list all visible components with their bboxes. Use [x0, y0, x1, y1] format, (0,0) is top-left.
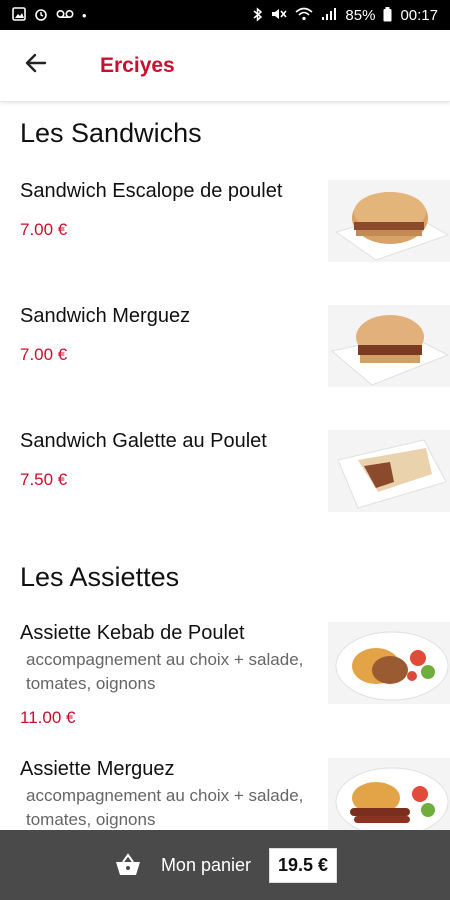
section-title: Les Sandwichs [20, 118, 202, 148]
item-price: 7.00 € [20, 220, 68, 239]
item-image [328, 430, 450, 512]
item-name: Assiette Merguez [20, 758, 175, 780]
status-bar: • 85% 00:17 [0, 0, 450, 30]
section-sandwichs: Les Sandwichs [0, 118, 450, 149]
item-price: 7.50 € [20, 470, 68, 489]
item-image [328, 180, 450, 262]
basket-icon [113, 852, 143, 878]
section-title: Les Assiettes [20, 562, 180, 592]
battery-icon [383, 6, 392, 24]
section-assiettes: Les Assiettes [0, 562, 450, 593]
wifi-icon [295, 7, 313, 23]
item-name: Sandwich Merguez [20, 305, 191, 327]
arrow-left-icon [24, 52, 48, 79]
voicemail-icon [56, 8, 74, 22]
bluetooth-icon [253, 6, 263, 24]
cart-total: 19.5 € [269, 847, 338, 883]
item-name: Sandwich Escalope de poulet [20, 180, 283, 202]
status-left: • [12, 7, 87, 23]
page-title: Erciyes [100, 53, 175, 77]
item-image [328, 758, 450, 830]
cart-label: Mon panier [160, 854, 251, 875]
item-price: 7.00 € [20, 345, 68, 364]
status-right: 85% 00:17 [253, 6, 438, 24]
mute-icon [271, 7, 288, 23]
clock: 00:17 [400, 6, 438, 24]
item-image [328, 622, 450, 704]
battery-percent: 85% [345, 6, 376, 24]
cart-bar[interactable]: Mon panier 19.5 € [0, 830, 450, 900]
dot-icon: • [82, 7, 87, 23]
menu-list[interactable]: Les Sandwichs Sandwich Escalope de poule… [0, 102, 450, 830]
item-image [328, 305, 450, 387]
item-name: Sandwich Galette au Poulet [20, 430, 267, 452]
image-icon [12, 7, 26, 23]
menu-item[interactable]: Sandwich Escalope de poulet 7.00 € [0, 180, 450, 305]
item-description: accompagnement au choix + salade, tomate… [26, 650, 304, 693]
item-name: Assiette Kebab de Poulet [20, 622, 245, 644]
item-price: 11.00 € [20, 708, 76, 727]
menu-item[interactable]: Assiette Merguez accompagnement au choix… [0, 758, 450, 830]
signal-icon [321, 7, 337, 23]
back-button[interactable] [0, 30, 72, 102]
item-description: accompagnement au choix + salade, tomate… [26, 786, 304, 829]
app-bar: Erciyes [0, 30, 450, 102]
menu-item[interactable]: Sandwich Merguez 7.00 € [0, 305, 450, 430]
alarm-icon [34, 7, 48, 23]
menu-item[interactable]: Assiette Kebab de Poulet accompagnement … [0, 622, 450, 747]
menu-item[interactable]: Sandwich Galette au Poulet 7.50 € [0, 430, 450, 555]
